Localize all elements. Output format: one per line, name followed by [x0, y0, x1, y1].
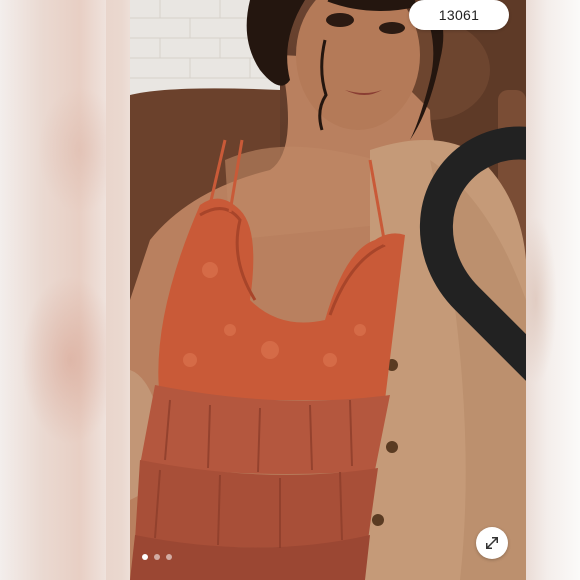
listing-photo[interactable]: 13061 [130, 0, 526, 580]
heart-icon [419, 126, 526, 381]
blurred-background-right [526, 0, 580, 580]
carousel-dot[interactable] [142, 554, 148, 560]
like-button[interactable]: 13061 [409, 0, 526, 381]
carousel-dot[interactable] [154, 554, 160, 560]
carousel-dot[interactable] [166, 554, 172, 560]
blurred-background-left [0, 0, 106, 580]
expand-image-button[interactable] [476, 527, 508, 559]
carousel-indicator [142, 554, 172, 560]
expand-icon [486, 537, 498, 549]
